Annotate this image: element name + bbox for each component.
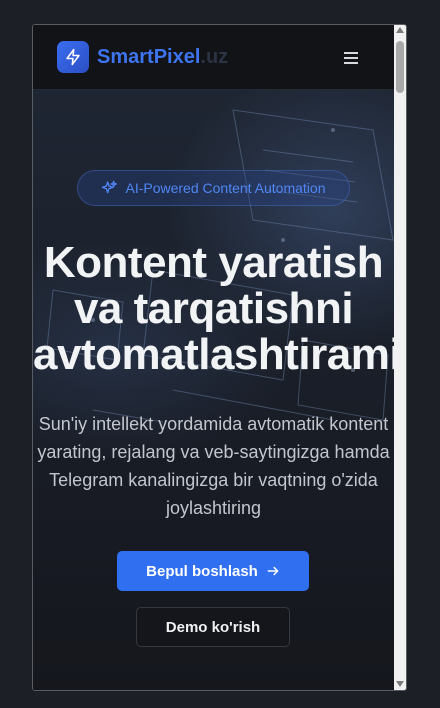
subtext-line: yarating, rejalang va veb-saytingizga ha… — [37, 442, 390, 462]
browser-viewport-frame: SmartPixel.uz AI-Powered Content Automat… — [32, 24, 407, 691]
headline-line: va tarqatishni — [73, 284, 354, 333]
start-free-button[interactable]: Bepul boshlash — [117, 551, 309, 591]
badge-text: AI-Powered Content Automation — [125, 180, 326, 196]
hamburger-menu-icon — [344, 52, 358, 64]
scrollbar-thumb[interactable] — [396, 41, 404, 93]
vertical-scrollbar[interactable] — [394, 25, 406, 690]
logo[interactable] — [57, 41, 89, 73]
subtext-line: Sun'iy intellekt yordamida avtomatik kon… — [38, 414, 389, 434]
headline-line: avtomatlashtiramiz — [33, 330, 394, 379]
hero-subtext: Sun'iy intellekt yordamida avtomatik kon… — [33, 410, 394, 522]
brand-main-text: SmartPixel — [97, 46, 201, 68]
brand-tld-text: .uz — [200, 46, 229, 68]
hero-headline: Kontent yaratish va tarqatishni avtomatl… — [33, 240, 394, 378]
menu-button[interactable] — [341, 49, 361, 67]
view-demo-button-label: Demo ko'rish — [165, 618, 261, 636]
brand-name[interactable]: SmartPixel.uz — [97, 45, 228, 69]
arrow-right-icon — [267, 566, 279, 576]
scroll-up-arrow-icon[interactable] — [396, 27, 404, 33]
sparkles-icon — [102, 180, 118, 194]
headline-line: Kontent yaratish — [43, 238, 384, 287]
hero-section: AI-Powered Content Automation Kontent ya… — [33, 90, 394, 690]
navbar: SmartPixel.uz — [33, 25, 394, 90]
ai-badge: AI-Powered Content Automation — [77, 170, 350, 206]
subtext-line: joylashtiring — [165, 498, 262, 518]
view-demo-button[interactable]: Demo ko'rish — [136, 607, 290, 647]
scroll-down-arrow-icon[interactable] — [396, 681, 404, 687]
subtext-line: Telegram kanalingizga bir vaqtning o'zid… — [49, 470, 378, 490]
lightning-bolt-icon — [66, 48, 80, 66]
page-viewport: SmartPixel.uz AI-Powered Content Automat… — [33, 25, 394, 690]
start-free-button-label: Bepul boshlash — [146, 562, 258, 580]
